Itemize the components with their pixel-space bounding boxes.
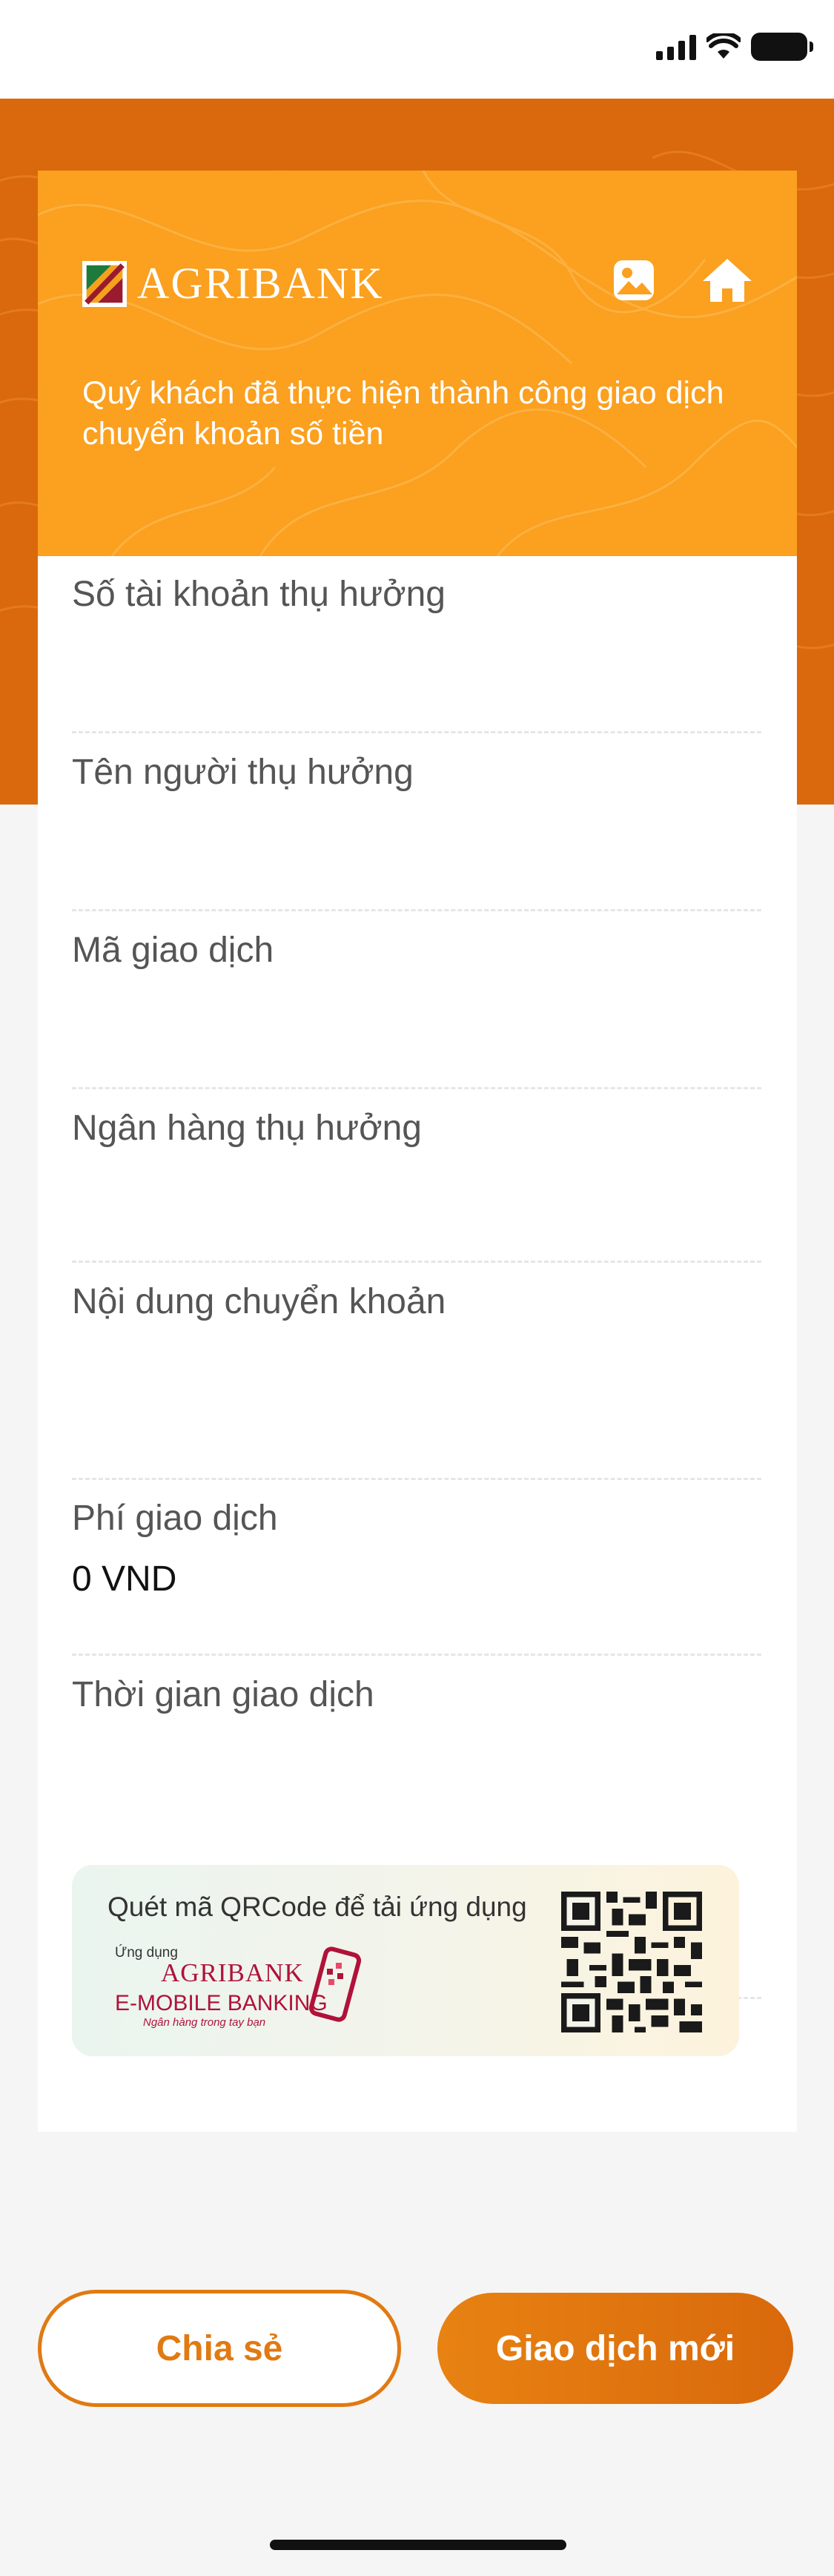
receipt-header: AGRIBANK Quý khách đã thực hiện thành cô… — [38, 171, 797, 556]
transfer-content-field: Nội dung chuyển khoản — [72, 1280, 761, 1338]
transaction-id-field: Mã giao dịch — [72, 928, 761, 986]
brand-name: AGRIBANK — [137, 259, 384, 308]
beneficiary-name-field: Tên người thụ hưởng — [72, 750, 761, 808]
share-button[interactable]: Chia sẻ — [38, 2290, 401, 2407]
divider — [72, 731, 761, 733]
transaction-fee-field: Phí giao dịch 0 VND — [72, 1496, 761, 1602]
transaction-time-field: Thời gian giao dịch — [72, 1673, 761, 1731]
app-product-name: E-MOBILE BANKING — [115, 1991, 328, 2015]
field-label: Thời gian giao dịch — [72, 1675, 374, 1714]
agribank-logo-mark — [82, 260, 127, 307]
qr-code-icon[interactable] — [561, 1892, 702, 2032]
success-message: Quý khách đã thực hiện thành công giao d… — [82, 375, 724, 452]
qr-scan-text: Quét mã QRCode để tải ứng dụng — [107, 1892, 527, 1922]
divider — [72, 1478, 761, 1480]
wifi-icon — [706, 33, 741, 59]
status-bar — [0, 0, 834, 99]
gallery-button[interactable] — [606, 252, 662, 308]
battery-icon — [751, 33, 813, 61]
mobile-phone-icon — [308, 1946, 362, 2022]
app-brand: AGRIBANK — [161, 1958, 304, 1987]
home-indicator[interactable] — [270, 2540, 566, 2550]
cellular-signal-icon — [656, 33, 696, 60]
image-icon — [614, 260, 654, 300]
divider — [72, 1261, 761, 1263]
field-label: Mã giao dịch — [72, 931, 274, 970]
app-slogan: Ngân hàng trong tay bạn — [143, 2016, 266, 2029]
home-icon — [703, 259, 752, 302]
transfer-receipt-screen: AGRIBANK Quý khách đã thực hiện thành cô… — [0, 0, 834, 2576]
divider — [72, 1654, 761, 1656]
beneficiary-bank-field: Ngân hàng thụ hưởng — [72, 1106, 761, 1164]
app-download-banner: Quét mã QRCode để tải ứng dụng Ứng dụng … — [72, 1865, 739, 2056]
beneficiary-account-field: Số tài khoản thụ hưởng — [72, 572, 761, 630]
field-label: Nội dung chuyển khoản — [72, 1282, 446, 1321]
new-transaction-button[interactable]: Giao dịch mới — [437, 2293, 793, 2404]
divider — [72, 909, 761, 911]
field-value: 0 VND — [72, 1559, 177, 1599]
field-label: Tên người thụ hưởng — [72, 753, 414, 792]
agribank-logo: AGRIBANK — [82, 258, 384, 309]
receipt-card: AGRIBANK Quý khách đã thực hiện thành cô… — [38, 171, 797, 2141]
field-label: Phí giao dịch — [72, 1499, 278, 1538]
field-label: Ngân hàng thụ hưởng — [72, 1109, 422, 1148]
home-button[interactable] — [699, 252, 755, 308]
divider — [72, 1087, 761, 1089]
field-label: Số tài khoản thụ hưởng — [72, 575, 446, 614]
